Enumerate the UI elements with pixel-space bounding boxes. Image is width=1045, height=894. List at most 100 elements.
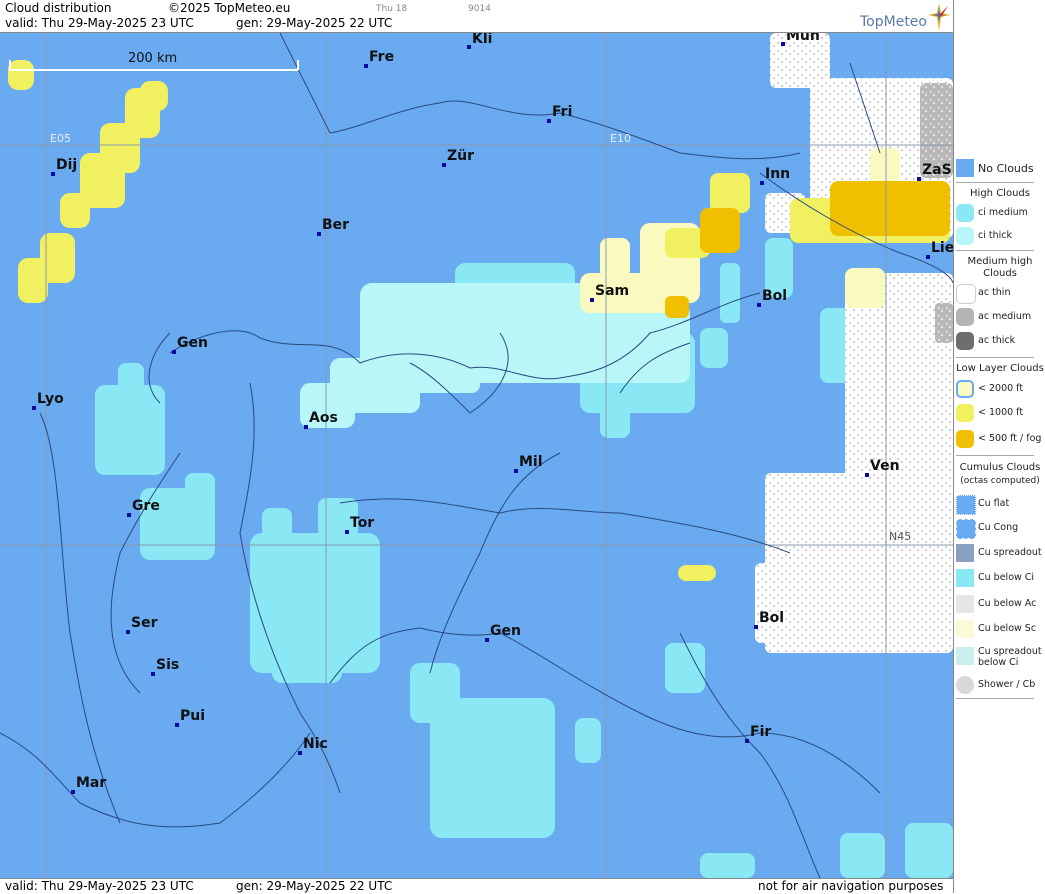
low-500-swatch xyxy=(956,430,974,448)
legend-label: Cu spreadout xyxy=(978,646,1042,657)
cu-cong-swatch xyxy=(956,519,976,539)
shower-swatch xyxy=(956,676,974,694)
legend-shower: Shower / Cb xyxy=(954,674,1045,696)
legend-divider xyxy=(956,455,1034,456)
cu-below-ci-swatch xyxy=(956,569,974,587)
legend-cu-spreadout: Cu spreadout xyxy=(954,542,1045,564)
city-label[interactable]: Dij xyxy=(56,157,77,173)
legend-cu-below-ci: Cu below Ci xyxy=(954,567,1045,589)
map-title: Cloud distribution xyxy=(5,1,112,15)
legend-label: < 2000 ft xyxy=(978,383,1024,394)
city-dot xyxy=(151,672,155,676)
city-dot xyxy=(32,406,36,410)
city-dot xyxy=(485,638,489,642)
legend-divider xyxy=(956,357,1034,358)
legend-divider xyxy=(956,182,1034,183)
city-dot xyxy=(865,473,869,477)
city-label[interactable]: Fre xyxy=(369,49,394,65)
city-dot xyxy=(757,303,761,307)
legend-cu-flat: Cu flat xyxy=(954,493,1045,515)
city-dot xyxy=(304,425,308,429)
legend-label: ac thick xyxy=(978,335,1016,346)
city-label[interactable]: Gre xyxy=(132,498,160,514)
ac-thin-swatch xyxy=(956,284,976,304)
header-bar: Cloud distribution ©2025 TopMeteo.eu Thu… xyxy=(0,0,953,33)
ac-medium-swatch xyxy=(956,308,974,326)
scale-bar-label: 200 km xyxy=(128,51,178,66)
city-label[interactable]: ZaS xyxy=(922,162,952,178)
legend-divider xyxy=(956,250,1034,251)
grid-label-e05: E05 xyxy=(50,132,71,145)
legend-ac-thin: ac thin xyxy=(954,282,1045,304)
city-label[interactable]: Gen xyxy=(490,623,521,639)
city-label[interactable]: Kli xyxy=(472,33,492,47)
cloud-map[interactable]: 200 km E05 E10 N45 Mun Kli Fre Fri Dij Z… xyxy=(0,33,953,878)
cloud-map-graphics xyxy=(0,33,953,878)
city-label[interactable]: Lie xyxy=(931,240,953,256)
city-dot xyxy=(467,45,471,49)
run-time-small: Thu 18 xyxy=(376,4,408,14)
legend-cu-header-1: Cumulus Clouds xyxy=(959,462,1041,473)
city-label[interactable]: Bol xyxy=(762,288,787,304)
legend-label: ac thin xyxy=(978,287,1011,298)
legend-cu-spread-below-ci: Cu spreadout below Ci xyxy=(954,645,1045,673)
city-label[interactable]: Ber xyxy=(322,217,349,233)
city-label[interactable]: Lyo xyxy=(37,391,64,407)
city-dot xyxy=(917,177,921,181)
footer-bar: valid: Thu 29-May-2025 23 UTC gen: 29-Ma… xyxy=(0,878,953,894)
ac-thick-swatch xyxy=(956,332,974,350)
city-label[interactable]: Bol xyxy=(759,610,784,626)
city-label[interactable]: Fir xyxy=(750,724,771,740)
legend-label: below Ci xyxy=(978,657,1019,668)
city-label[interactable]: Sis xyxy=(156,657,179,673)
city-label[interactable]: Tor xyxy=(350,515,374,531)
footer-valid-time: valid: Thu 29-May-2025 23 UTC xyxy=(5,879,194,893)
legend-label: ci medium xyxy=(978,207,1028,218)
legend-ac-thick: ac thick xyxy=(954,330,1045,352)
city-dot xyxy=(172,350,176,354)
grid-label-n45: N45 xyxy=(889,530,912,543)
city-label[interactable]: Gen xyxy=(177,335,208,351)
legend-label: < 500 ft / fog xyxy=(978,433,1042,444)
legend-label: Cu below Ci xyxy=(978,572,1035,583)
city-label[interactable]: Zür xyxy=(447,148,474,164)
legend-panel: No Clouds High Clouds ci medium ci thick… xyxy=(953,0,1045,893)
copyright: ©2025 TopMeteo.eu xyxy=(168,1,291,15)
cu-below-sc-swatch xyxy=(956,620,974,638)
city-label[interactable]: Aos xyxy=(309,410,338,426)
city-dot xyxy=(175,723,179,727)
city-dot xyxy=(781,42,785,46)
footer-disclaimer: not for air navigation purposes xyxy=(758,879,944,893)
cu-flat-swatch xyxy=(956,495,976,515)
city-dot xyxy=(317,232,321,236)
city-dot xyxy=(345,530,349,534)
city-label[interactable]: Nic xyxy=(303,736,328,752)
legend-low-1000: < 1000 ft xyxy=(954,402,1045,424)
legend-cu-cong: Cu Cong xyxy=(954,517,1045,539)
city-dot xyxy=(926,255,930,259)
city-label[interactable]: Fri xyxy=(552,104,572,120)
city-dot xyxy=(547,119,551,123)
city-dot xyxy=(71,790,75,794)
city-label[interactable]: Inn xyxy=(765,166,790,182)
city-label[interactable]: Pui xyxy=(180,708,205,724)
city-label[interactable]: Sam xyxy=(595,283,629,299)
legend-cu-below-ac: Cu below Ac xyxy=(954,593,1045,615)
legend-medium-header-2: Clouds xyxy=(983,268,1017,279)
city-label[interactable]: Mun xyxy=(786,33,820,44)
city-label[interactable]: Mar xyxy=(76,775,106,791)
legend-no-clouds: No Clouds xyxy=(954,157,1045,179)
city-dot xyxy=(754,625,758,629)
city-dot xyxy=(745,739,749,743)
no-clouds-swatch xyxy=(956,159,974,177)
legend-label: Cu spreadout xyxy=(978,547,1042,558)
topmeteo-logo-text[interactable]: TopMeteo xyxy=(860,14,927,30)
legend-cu-header-2: (octas computed) xyxy=(960,476,1040,486)
legend-divider xyxy=(956,698,1034,699)
legend-label: Cu Cong xyxy=(978,522,1019,533)
city-dot xyxy=(514,469,518,473)
city-label[interactable]: Ven xyxy=(870,458,900,474)
city-label[interactable]: Mil xyxy=(519,454,543,470)
topmeteo-logo-icon xyxy=(928,3,950,31)
city-label[interactable]: Ser xyxy=(131,615,157,631)
